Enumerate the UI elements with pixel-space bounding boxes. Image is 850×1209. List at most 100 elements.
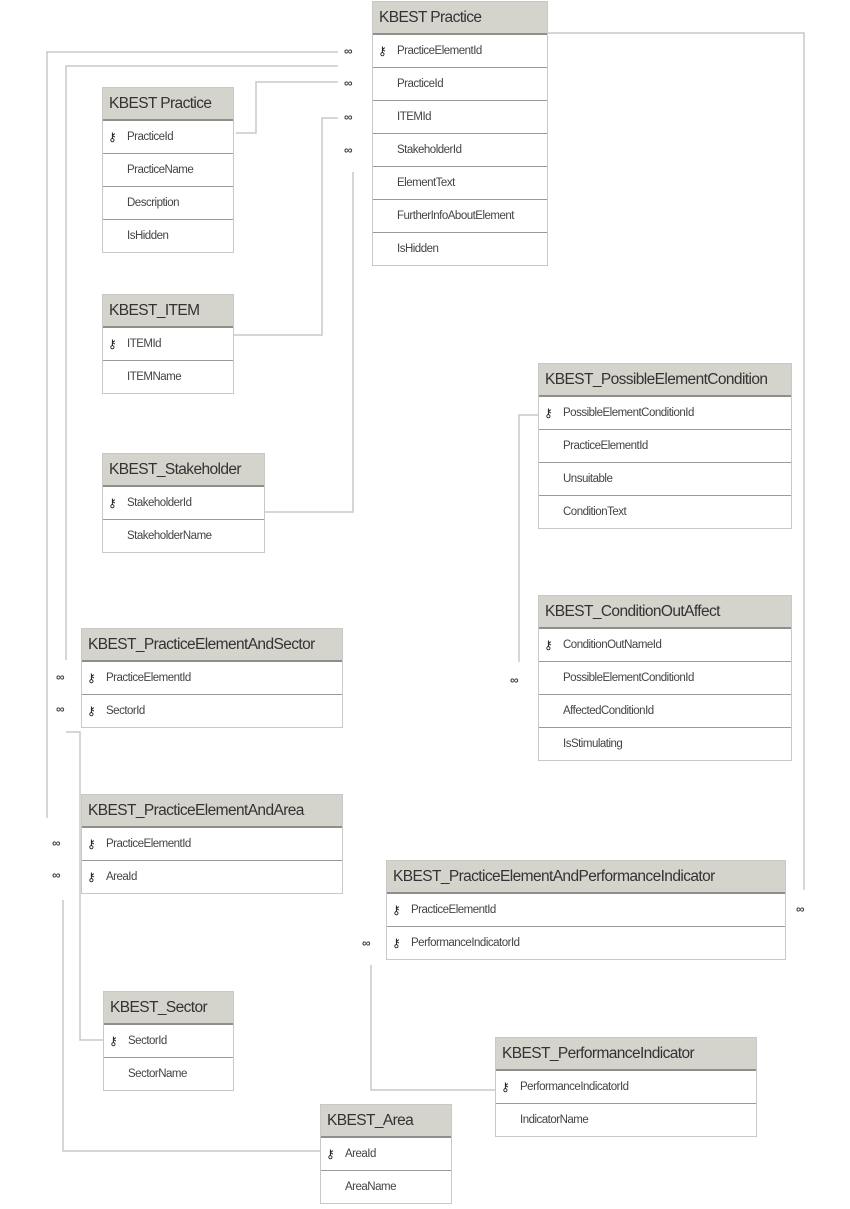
column-name: ElementText xyxy=(397,177,455,189)
column-row[interactable]: ElementText xyxy=(373,167,547,200)
column-row[interactable]: ⚷ ITEMId xyxy=(103,328,233,361)
column-name: PerformanceIndicatorId xyxy=(520,1081,629,1093)
primary-key-icon: ⚷ xyxy=(87,870,96,884)
column-name: ITEMName xyxy=(127,371,182,383)
column-row[interactable]: ⚷ SectorId xyxy=(104,1025,233,1058)
column-row[interactable]: SectorName xyxy=(104,1058,233,1090)
column-name: ConditionText xyxy=(563,506,627,518)
table-title: KBEST_PracticeElementAndSector xyxy=(82,629,342,662)
column-row[interactable]: PracticeName xyxy=(103,154,233,187)
table-practice-element-and-area[interactable]: KBEST_PracticeElementAndArea ⚷ PracticeEl… xyxy=(81,794,343,894)
column-row[interactable]: ⚷ PossibleElementConditionId xyxy=(539,397,791,430)
primary-key-icon: ⚷ xyxy=(108,337,117,351)
column-name: ITEMId xyxy=(397,111,432,123)
table-sector[interactable]: KBEST_Sector ⚷ SectorId SectorName xyxy=(103,991,234,1091)
column-name: PracticeElementId xyxy=(106,672,191,684)
column-row[interactable]: PossibleElementConditionId xyxy=(539,662,791,695)
primary-key-icon: ⚷ xyxy=(87,837,96,851)
table-area[interactable]: KBEST_Area ⚷ AreaId AreaName xyxy=(320,1104,452,1204)
relationship-line xyxy=(233,117,338,336)
column-name: StakeholderId xyxy=(397,144,462,156)
primary-key-icon: ⚷ xyxy=(392,903,401,917)
column-row[interactable]: IsHidden xyxy=(373,233,547,265)
column-name: Description xyxy=(127,197,180,209)
primary-key-icon: ⚷ xyxy=(544,638,553,652)
table-title: KBEST_PossibleElementCondition xyxy=(539,364,791,397)
column-row[interactable]: ⚷ AreaId xyxy=(82,861,342,893)
table-condition-out-affect[interactable]: KBEST_ConditionOutAffect ⚷ ConditionOutNa… xyxy=(538,595,792,761)
column-name: StakeholderId xyxy=(127,497,192,509)
relationship-line xyxy=(370,965,496,1091)
column-row[interactable]: ⚷ PracticeElementId xyxy=(373,35,547,68)
column-name: AreaId xyxy=(106,871,137,883)
column-row[interactable]: ⚷ PracticeId xyxy=(103,121,233,154)
column-name: PracticeElementId xyxy=(411,904,496,916)
column-row[interactable]: ⚷ StakeholderId xyxy=(103,487,264,520)
column-row[interactable]: AffectedConditionId xyxy=(539,695,791,728)
primary-key-icon: ⚷ xyxy=(87,704,96,718)
primary-key-icon: ⚷ xyxy=(392,936,401,950)
relationship-line xyxy=(265,172,354,513)
column-name: ITEMId xyxy=(127,338,162,350)
many-end-marker: ∞ xyxy=(796,902,805,916)
column-row[interactable]: IsStimulating xyxy=(539,728,791,760)
column-row[interactable]: AreaName xyxy=(321,1171,451,1203)
column-name: IsStimulating xyxy=(563,738,623,750)
column-name: AffectedConditionId xyxy=(563,705,654,717)
column-name: IndicatorName xyxy=(520,1114,589,1126)
many-end-marker: ∞ xyxy=(52,868,61,882)
table-title: KBEST_PracticeElementAndArea xyxy=(82,795,342,828)
column-row[interactable]: Description xyxy=(103,187,233,220)
table-stakeholder[interactable]: KBEST_Stakeholder ⚷ StakeholderId Stakeho… xyxy=(102,453,265,553)
column-name: PracticeElementId xyxy=(397,45,482,57)
column-row[interactable]: ⚷ PerformanceIndicatorId xyxy=(496,1071,756,1104)
table-title: KBEST_PracticeElementAndPerformanceIndic… xyxy=(387,861,785,894)
table-title: KBEST_Area xyxy=(321,1105,451,1138)
primary-key-icon: ⚷ xyxy=(109,1034,118,1048)
column-row[interactable]: ⚷ PracticeElementId xyxy=(82,828,342,861)
column-row[interactable]: ConditionText xyxy=(539,496,791,528)
relationship-line xyxy=(518,414,540,662)
many-end-marker: ∞ xyxy=(510,673,519,687)
column-name: StakeholderName xyxy=(127,530,212,542)
column-name: PracticeId xyxy=(127,131,174,143)
table-title: KBEST_Stakeholder xyxy=(103,454,264,487)
column-row[interactable]: IndicatorName xyxy=(496,1104,756,1136)
table-possible-element-condition[interactable]: KBEST_PossibleElementCondition ⚷ Possible… xyxy=(538,363,792,529)
column-name: FurtherInfoAboutElement xyxy=(397,210,515,222)
column-row[interactable]: ⚷ PracticeElementId xyxy=(387,894,785,927)
table-performance-indicator[interactable]: KBEST_PerformanceIndicator ⚷ PerformanceI… xyxy=(495,1037,757,1137)
column-row[interactable]: ⚷ PracticeElementId xyxy=(82,662,342,695)
table-practice-element-and-performance-indicator[interactable]: KBEST_PracticeElementAndPerformanceIndic… xyxy=(386,860,786,960)
column-row[interactable]: ⚷ AreaId xyxy=(321,1138,451,1171)
table-practice-element[interactable]: KBEST Practice ⚷ PracticeElementId Practi… xyxy=(372,1,548,266)
primary-key-icon: ⚷ xyxy=(544,406,553,420)
column-name: IsHidden xyxy=(127,230,169,242)
column-name: PracticeName xyxy=(127,164,194,176)
column-row[interactable]: ⚷ SectorId xyxy=(82,695,342,727)
column-row[interactable]: ⚷ ConditionOutNameId xyxy=(539,629,791,662)
column-name: PerformanceIndicatorId xyxy=(411,937,520,949)
many-end-marker: ∞ xyxy=(344,143,353,157)
column-name: PracticeId xyxy=(397,78,444,90)
primary-key-icon: ⚷ xyxy=(108,130,117,144)
column-row[interactable]: StakeholderId xyxy=(373,134,547,167)
many-end-marker: ∞ xyxy=(344,110,353,124)
column-row[interactable]: ITEMName xyxy=(103,361,233,393)
column-row[interactable]: PracticeElementId xyxy=(539,430,791,463)
column-row[interactable]: StakeholderName xyxy=(103,520,264,552)
table-item[interactable]: KBEST_ITEM ⚷ ITEMId ITEMName xyxy=(102,294,234,394)
column-row[interactable]: PracticeId xyxy=(373,68,547,101)
column-name: AreaId xyxy=(345,1148,376,1160)
column-row[interactable]: Unsuitable xyxy=(539,463,791,496)
column-name: PracticeElementId xyxy=(106,838,191,850)
column-row[interactable]: IsHidden xyxy=(103,220,233,252)
column-row[interactable]: ITEMId xyxy=(373,101,547,134)
column-row[interactable]: FurtherInfoAboutElement xyxy=(373,200,547,233)
column-row[interactable]: ⚷ PerformanceIndicatorId xyxy=(387,927,785,959)
column-name: Unsuitable xyxy=(563,473,613,485)
table-practice-element-and-sector[interactable]: KBEST_PracticeElementAndSector ⚷ Practice… xyxy=(81,628,343,728)
table-practice[interactable]: KBEST Practice ⚷ PracticeId PracticeName … xyxy=(102,87,234,253)
table-title: KBEST_ConditionOutAffect xyxy=(539,596,791,629)
column-name: SectorId xyxy=(128,1035,167,1047)
